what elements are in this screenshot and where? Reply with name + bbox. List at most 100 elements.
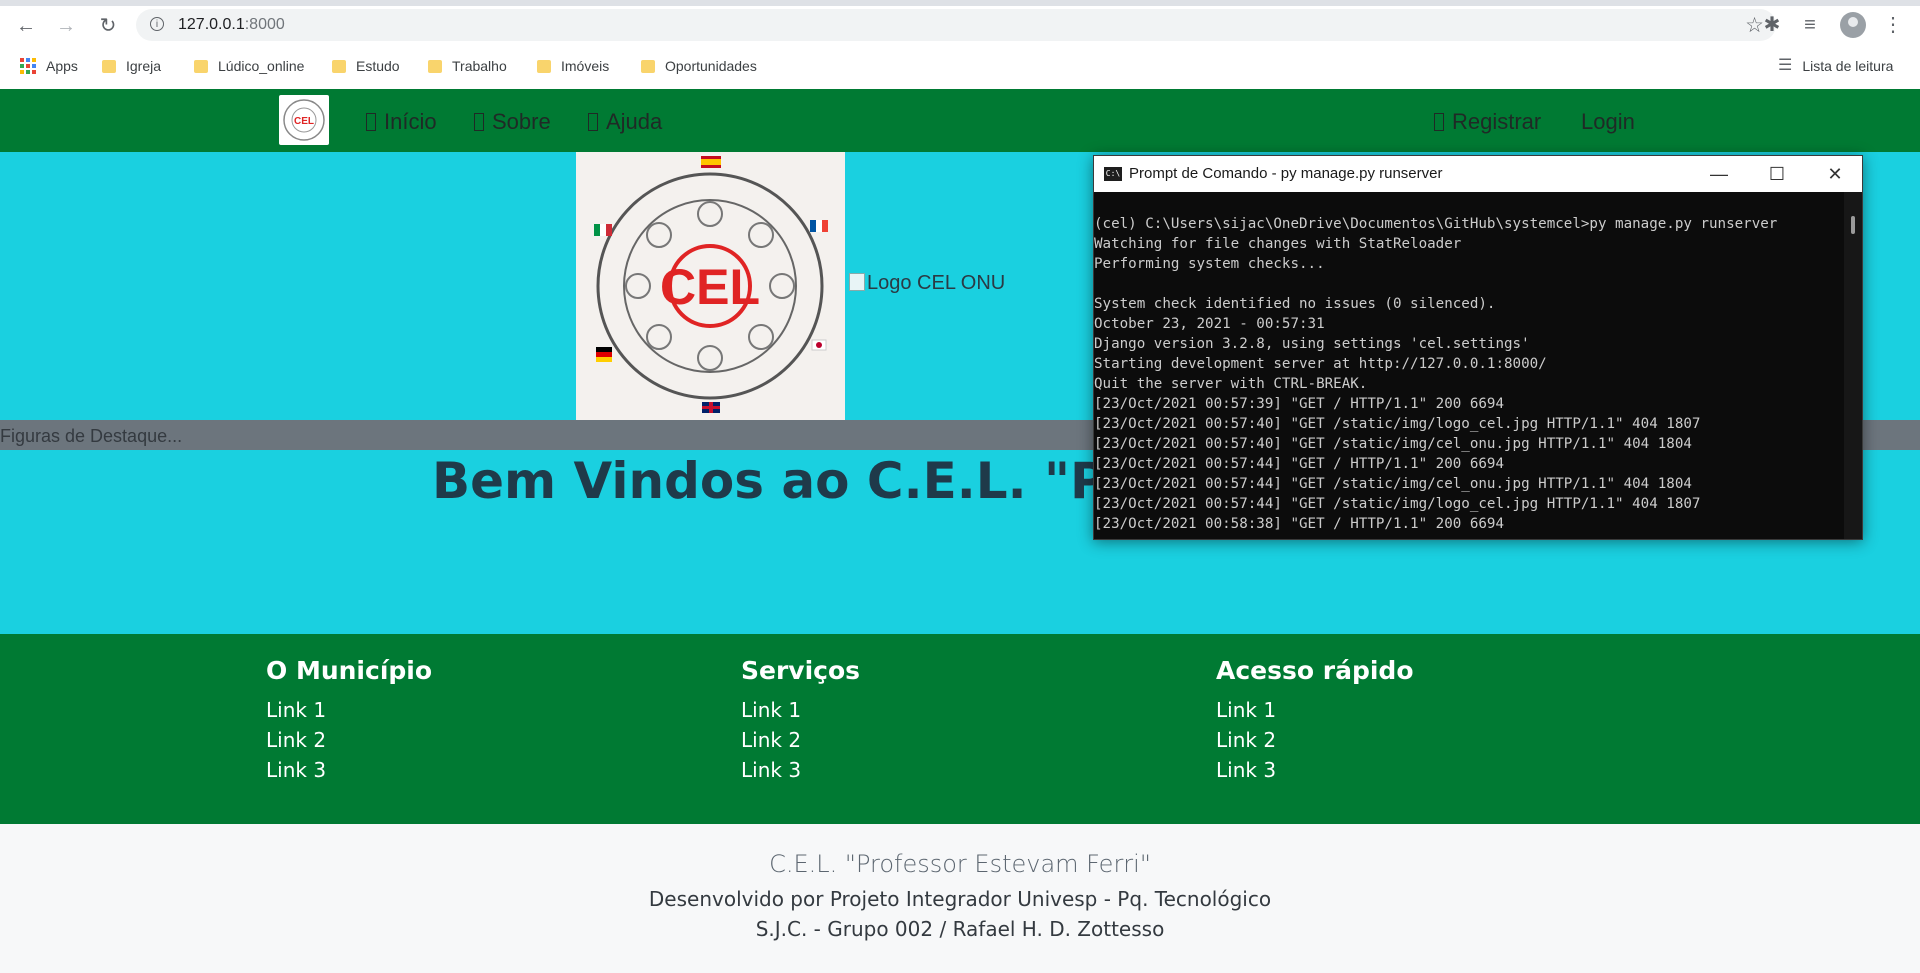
scrollbar-thumb[interactable] [1851,216,1855,234]
broken-image-cel-onu: Logo CEL ONU [849,272,1005,295]
nav-registrar[interactable]: Registrar [1434,109,1541,135]
reload-icon[interactable]: ↻ [96,14,120,38]
bookmark-ludico-online[interactable]: Lúdico_online [194,49,304,89]
console-line: [23/Oct/2021 00:57:40] "GET /static/img/… [1094,416,1701,432]
console-line: [23/Oct/2021 00:57:44] "GET / HTTP/1.1" … [1094,456,1504,472]
footer-column-title: Serviços [741,656,861,685]
info-icon [474,113,484,131]
nav-ajuda-label: Ajuda [606,109,663,134]
folder-icon [641,59,655,73]
bookmark-estudo[interactable]: Estudo [332,49,400,89]
back-icon[interactable]: ← [14,14,38,38]
menu-icon[interactable]: ⋮ [1880,12,1906,38]
console-line: [23/Oct/2021 00:57:40] "GET /static/img/… [1094,436,1692,452]
footer-column-acesso-rapido: Acesso rápido Link 1 Link 2 Link 3 [1216,656,1414,785]
folder-icon [194,59,208,73]
bookmarks-bar: Apps Igreja Lúdico_online Estudo Trabalh… [0,49,1920,90]
footer-link[interactable]: Link 2 [1216,725,1414,755]
footer-column-title: O Município [266,656,433,685]
footer-link[interactable]: Link 3 [741,755,860,785]
console-line: Watching for file changes with StatReloa… [1094,236,1462,252]
user-plus-icon [1434,113,1444,131]
cel-seal: CEL [594,156,828,413]
console-line: October 23, 2021 - 00:57:31 [1094,316,1325,332]
help-icon [588,113,598,131]
console-line: Performing system checks... [1094,256,1325,272]
profile-avatar[interactable] [1840,12,1866,38]
minimize-icon[interactable]: — [1690,156,1748,192]
site-logo[interactable]: CEL [279,95,329,145]
bookmark-label: Estudo [356,58,400,74]
nav-inicio-label: Início [384,109,437,134]
address-bar[interactable]: i 127.0.0.1:8000 ☆ [136,9,1776,41]
site-info-icon[interactable]: i [150,17,164,31]
console-app-icon: C:\ [1104,167,1122,181]
bookmark-oportunidades[interactable]: Oportunidades [641,49,757,89]
console-line: [23/Oct/2021 00:58:38] "GET / HTTP/1.1" … [1094,516,1504,532]
extensions-icon[interactable]: ✱ [1759,12,1785,38]
svg-text:CEL: CEL [294,116,314,127]
console-title-bar[interactable]: C:\ Prompt de Comando - py manage.py run… [1094,156,1862,192]
nav-sobre[interactable]: Sobre [474,109,551,135]
footer-links-section: O Município Link 1 Link 2 Link 3 Serviço… [0,634,1920,824]
console-line: Quit the server with CTRL-BREAK. [1094,376,1368,392]
console-scrollbar[interactable] [1844,192,1862,539]
cel-logo-small: CEL [283,99,325,141]
apps-grid-icon [20,58,36,74]
nav-inicio[interactable]: Início [366,109,437,135]
url-host: 127.0.0.1 [178,16,245,33]
command-prompt-window[interactable]: C:\ Prompt de Comando - py manage.py run… [1093,155,1863,540]
console-line: [23/Oct/2021 00:57:44] "GET /static/img/… [1094,496,1701,512]
featured-text: Figuras de Destaque... [0,426,183,446]
folder-icon [332,59,346,73]
bookmark-apps[interactable]: Apps [20,49,78,89]
bookmark-trabalho[interactable]: Trabalho [428,49,507,89]
credits-developer: Desenvolvido por Projeto Integrador Univ… [648,887,1272,911]
footer-link[interactable]: Link 2 [741,725,860,755]
bookmark-igreja[interactable]: Igreja [102,49,161,89]
bookmark-label: Apps [46,58,78,74]
address-url[interactable]: 127.0.0.1:8000 [178,16,285,34]
footer-link[interactable]: Link 2 [266,725,432,755]
site-navbar: CEL Início Sobre Ajuda Registrar Login [0,89,1920,152]
browser-toolbar: ← → ↻ i 127.0.0.1:8000 ☆ ✱ ≡ ⋮ [0,0,1920,49]
broken-image-alt: Logo CEL ONU [867,272,1006,294]
footer-link[interactable]: Link 1 [741,695,860,725]
cel-logo-image: CEL [576,152,845,420]
credits-title: C.E.L. "Professor Estevam Ferri" [769,850,1151,878]
footer-link[interactable]: Link 3 [266,755,432,785]
credits-group: S.J.C. - Grupo 002 / Rafael H. D. Zottes… [755,917,1165,941]
console-line: [23/Oct/2021 00:57:39] "GET / HTTP/1.1" … [1094,396,1504,412]
maximize-icon[interactable]: ☐ [1748,156,1806,192]
bookmark-imoveis[interactable]: Imóveis [537,49,609,89]
nav-login-label: Login [1581,109,1635,134]
footer-link[interactable]: Link 3 [1216,755,1414,785]
folder-icon [537,59,551,73]
console-title: Prompt de Comando - py manage.py runserv… [1129,165,1443,182]
credits-footer: C.E.L. "Professor Estevam Ferri" Desenvo… [0,824,1920,973]
svg-text:CEL: CEL [660,259,760,315]
reading-list-label: Lista de leitura [1802,58,1894,74]
footer-link[interactable]: Link 1 [1216,695,1414,725]
bookmark-label: Oportunidades [665,58,757,74]
reading-list-icon: ☰ [1778,57,1793,74]
tab-strip [0,0,1920,6]
nav-login[interactable]: Login [1581,109,1635,135]
console-line: [23/Oct/2021 00:57:44] "GET /static/img/… [1094,476,1692,492]
media-control-icon[interactable]: ≡ [1797,12,1823,38]
console-line: Starting development server at http://12… [1094,356,1547,372]
console-output[interactable]: (cel) C:\Users\sijac\OneDrive\Documentos… [1094,192,1844,539]
url-port: :8000 [244,16,285,33]
nav-sobre-label: Sobre [492,109,551,134]
close-icon[interactable]: ✕ [1806,156,1864,192]
bookmark-label: Lúdico_online [218,58,305,74]
nav-ajuda[interactable]: Ajuda [588,109,662,135]
reading-list[interactable]: ☰ Lista de leitura [1778,49,1893,89]
home-icon [366,113,376,131]
footer-column-title: Acesso rápido [1216,656,1414,685]
bookmark-label: Imóveis [561,58,610,74]
folder-icon [102,59,116,73]
forward-icon[interactable]: → [54,14,78,38]
footer-link[interactable]: Link 1 [266,695,432,725]
